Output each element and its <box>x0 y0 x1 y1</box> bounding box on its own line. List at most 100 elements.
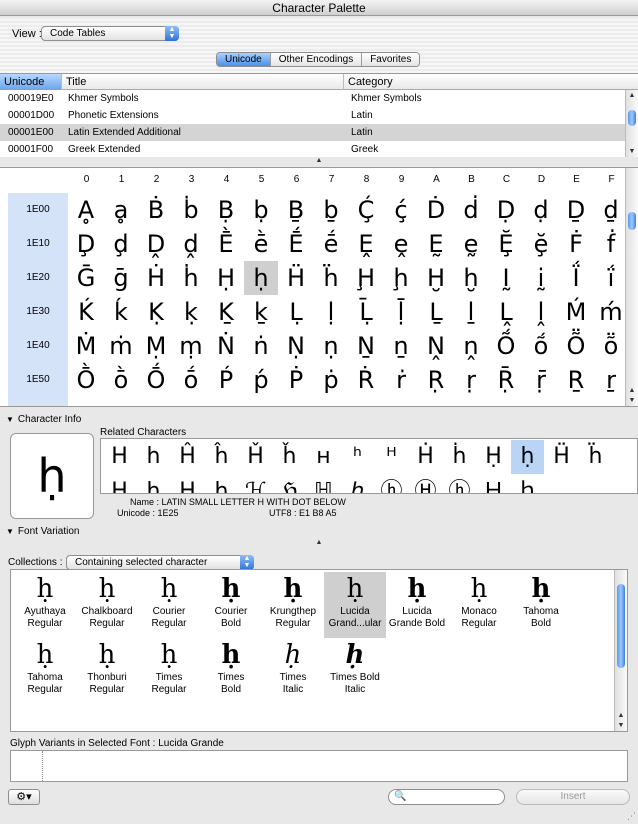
glyph-variant-slot[interactable] <box>11 751 43 781</box>
character-cell[interactable]: ḕ <box>244 227 278 261</box>
character-cell[interactable]: Ṕ <box>209 363 243 397</box>
font-variation-item[interactable]: ḥ Times Bold <box>200 638 262 704</box>
character-cell[interactable]: Ḉ <box>349 193 383 227</box>
character-cell[interactable]: ṟ <box>594 363 628 397</box>
character-cell[interactable]: ḙ <box>384 227 418 261</box>
character-cell[interactable]: Ḵ <box>209 295 243 329</box>
character-cell[interactable]: ṅ <box>244 329 278 363</box>
character-cell[interactable]: ṃ <box>174 329 208 363</box>
character-cell[interactable]: Ḋ <box>419 193 453 227</box>
scroll-down-icon[interactable]: ▼ <box>626 148 638 155</box>
related-character[interactable]: ℍ <box>307 475 340 493</box>
character-cell[interactable]: ṝ <box>524 363 558 397</box>
font-variation-item[interactable]: ḥ Tahoma Bold <box>510 572 572 638</box>
character-cell[interactable]: Ḡ <box>69 261 103 295</box>
character-cell[interactable]: ṍ <box>524 329 558 363</box>
character-cell[interactable]: ḑ <box>104 227 138 261</box>
character-cell[interactable]: ḅ <box>244 193 278 227</box>
scrollbar-thumb[interactable] <box>628 212 636 230</box>
related-character[interactable]: Ḩ <box>103 475 136 493</box>
related-character[interactable]: ℎ <box>341 475 374 493</box>
insert-button[interactable]: Insert <box>516 789 630 805</box>
character-cell[interactable]: ḣ <box>174 261 208 295</box>
character-cell[interactable]: ḡ <box>104 261 138 295</box>
scroll-up-icon[interactable]: ▲ <box>615 712 627 719</box>
related-character[interactable]: ⓗ <box>443 475 476 493</box>
character-cell[interactable]: Ḇ <box>279 193 313 227</box>
related-character[interactable]: Ⓗ <box>409 475 442 493</box>
character-cell[interactable]: ḍ <box>524 193 558 227</box>
character-cell[interactable]: ḹ <box>384 295 418 329</box>
character-cell[interactable]: Ṉ <box>349 329 383 363</box>
related-character[interactable]: Ĥ <box>171 440 204 474</box>
character-cell[interactable]: Ḅ <box>209 193 243 227</box>
font-variation-item[interactable]: ḥ Thonburi Regular <box>76 638 138 704</box>
character-cell[interactable]: ḓ <box>174 227 208 261</box>
character-cell[interactable]: ḥ <box>244 261 278 295</box>
font-variation-item[interactable]: ḥ Lucida Grande Bold <box>386 572 448 638</box>
character-cell[interactable]: Ṙ <box>349 363 383 397</box>
collections-popup[interactable]: Containing selected character ▲ ▼ <box>66 555 254 570</box>
character-cell[interactable]: Ṇ <box>279 329 313 363</box>
related-character[interactable]: ĥ <box>205 440 238 474</box>
character-cell[interactable]: Ṛ <box>419 363 453 397</box>
table-row[interactable]: 000019E0 Khmer Symbols Khmer Symbols <box>0 90 638 107</box>
table-scrollbar[interactable]: ▲ ▼ <box>625 90 638 157</box>
character-cell[interactable]: Ḧ <box>279 261 313 295</box>
table-row[interactable]: 00001D00 Phonetic Extensions Latin <box>0 107 638 124</box>
related-character[interactable]: ℋ <box>239 475 272 493</box>
splitter-handle-icon[interactable]: ▲ <box>0 157 638 165</box>
disclosure-triangle-icon[interactable]: ▼ <box>6 415 14 424</box>
character-cell[interactable]: ḟ <box>594 227 628 261</box>
character-cell[interactable]: Ḳ <box>139 295 173 329</box>
related-character[interactable]: ḫ <box>205 475 238 493</box>
column-header-unicode[interactable]: Unicode <box>0 74 62 90</box>
character-cell[interactable]: Ḗ <box>279 227 313 261</box>
character-cell[interactable]: Ḙ <box>349 227 383 261</box>
character-cell[interactable]: ṕ <box>244 363 278 397</box>
character-cell[interactable]: Ḓ <box>139 227 173 261</box>
character-cell[interactable]: Ḟ <box>559 227 593 261</box>
action-menu-button[interactable]: ⚙▾ <box>8 789 40 805</box>
related-character[interactable]: Ḣ <box>409 440 442 474</box>
related-character[interactable]: Ｈ <box>477 475 510 493</box>
character-cell[interactable]: ḫ <box>454 261 488 295</box>
character-cell[interactable]: ḇ <box>314 193 348 227</box>
related-character[interactable]: Ḧ <box>545 440 578 474</box>
character-cell[interactable]: Ḣ <box>139 261 173 295</box>
character-cell[interactable]: Ḑ <box>69 227 103 261</box>
character-cell[interactable]: Ṏ <box>559 329 593 363</box>
related-character[interactable]: ｈ <box>511 475 544 493</box>
column-header-title[interactable]: Title <box>62 74 344 90</box>
splitter-handle-icon[interactable]: ▲ <box>0 539 638 547</box>
character-cell[interactable]: Ḽ <box>489 295 523 329</box>
character-cell[interactable]: Ṃ <box>139 329 173 363</box>
character-cell[interactable]: Ṟ <box>559 363 593 397</box>
related-character[interactable]: Ȟ <box>239 440 272 474</box>
related-character[interactable]: ḩ <box>137 475 170 493</box>
character-cell[interactable]: ḭ <box>524 261 558 295</box>
character-cell[interactable]: ḳ <box>174 295 208 329</box>
character-cell[interactable]: Ḭ <box>489 261 523 295</box>
related-character[interactable]: ʰ <box>341 440 374 474</box>
character-cell[interactable]: ḷ <box>314 295 348 329</box>
character-cell[interactable]: Ḹ <box>349 295 383 329</box>
character-cell[interactable]: ṁ <box>104 329 138 363</box>
character-cell[interactable]: Ṑ <box>69 363 103 397</box>
character-cell[interactable]: ḁ <box>104 193 138 227</box>
character-cell[interactable]: ḋ <box>454 193 488 227</box>
character-cell[interactable]: ṇ <box>314 329 348 363</box>
related-character[interactable]: h <box>137 440 170 474</box>
font-variation-item[interactable]: ḥ Times Bold Italic <box>324 638 386 704</box>
font-variation-item[interactable]: ḥ Ayuthaya Regular <box>14 572 76 638</box>
character-cell[interactable]: Ṋ <box>419 329 453 363</box>
character-cell[interactable]: ḩ <box>384 261 418 295</box>
character-cell[interactable]: ḿ <box>594 295 628 329</box>
character-cell[interactable]: ḝ <box>524 227 558 261</box>
character-cell[interactable]: ṓ <box>174 363 208 397</box>
tab-unicode[interactable]: Unicode <box>217 53 271 66</box>
font-variation-item[interactable]: ḥ Chalkboard Regular <box>76 572 138 638</box>
font-list-scrollbar[interactable]: ▲ ▼ <box>614 570 627 731</box>
character-cell[interactable]: ḧ <box>314 261 348 295</box>
related-character[interactable]: ⓗ <box>375 475 408 493</box>
